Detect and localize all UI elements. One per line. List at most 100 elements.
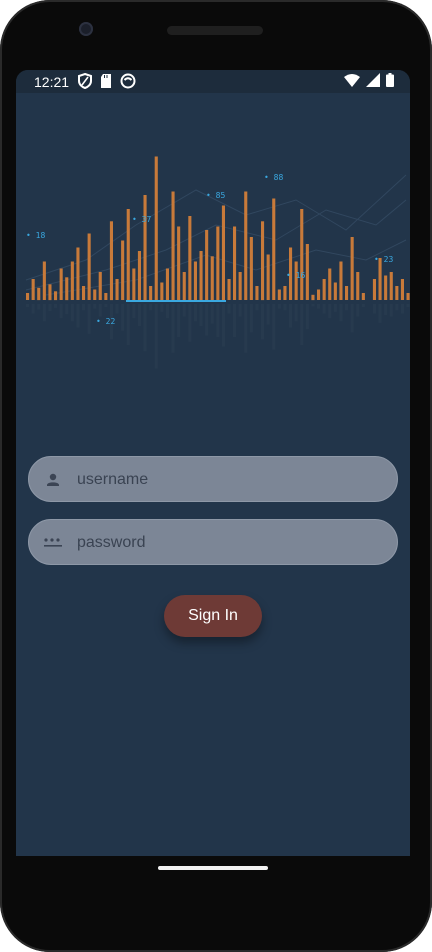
- chart-bar: [126, 209, 130, 300]
- chart-bar-reflection: [210, 304, 214, 324]
- home-indicator[interactable]: [158, 866, 268, 870]
- battery-icon: [386, 73, 394, 87]
- chart-bar-reflection: [255, 304, 259, 311]
- chart-value-label: • 18: [26, 231, 45, 240]
- chart-bar: [177, 226, 181, 300]
- chart-bar: [227, 279, 231, 300]
- chart-bar: [199, 251, 203, 300]
- chart-bar-reflection: [261, 304, 265, 340]
- chart-bar: [317, 289, 321, 300]
- chart-bar-reflection: [48, 304, 52, 312]
- chart-bar: [205, 230, 209, 300]
- chart-bar-reflection: [361, 304, 365, 308]
- chart-bar: [154, 156, 158, 300]
- status-bar: 12:21: [16, 70, 410, 93]
- chart-bar: [333, 282, 337, 300]
- chart-bar-reflection: [350, 304, 354, 333]
- chart-bar-reflection: [42, 304, 46, 322]
- chart-bar-reflection: [149, 304, 153, 311]
- chart-bar-reflection: [199, 304, 203, 327]
- chart-bar: [193, 261, 197, 300]
- chart-bar: [305, 244, 309, 300]
- chart-bar-reflection: [70, 304, 74, 322]
- chart-bar-reflection: [238, 304, 242, 317]
- chart-bar: [31, 279, 35, 300]
- chart-bar-reflection: [322, 304, 326, 314]
- chart-bar-reflection: [272, 304, 276, 350]
- front-camera: [79, 22, 93, 36]
- chart-bar: [76, 247, 80, 300]
- chart-bar-reflection: [65, 304, 69, 315]
- chart-bar-reflection: [227, 304, 231, 314]
- chart-bar-reflection: [177, 304, 181, 338]
- chart-bar: [149, 286, 153, 300]
- chart-bar: [42, 261, 46, 300]
- chart-bar-reflection: [82, 304, 86, 311]
- chart-bar: [339, 261, 343, 300]
- shield-icon: [78, 73, 92, 89]
- chart-bar-reflection: [289, 304, 293, 328]
- chart-bar: [87, 233, 91, 300]
- chart-bar: [283, 286, 287, 300]
- chart-bar: [361, 293, 365, 300]
- chart-bar-reflection: [311, 304, 315, 307]
- chart-bar: [48, 284, 52, 301]
- chart-bar: [26, 293, 30, 300]
- chart-bar: [261, 221, 265, 301]
- chart-bar: [389, 272, 393, 300]
- chart-value-label: • 37: [132, 215, 151, 224]
- chart-bar-reflection: [389, 304, 393, 317]
- chart-bar-reflection: [188, 304, 192, 342]
- app-screen: 12:21 • 18 • 37 • 85 • 88 • 22 • 16 • 23…: [16, 70, 410, 856]
- username-field[interactable]: [28, 456, 398, 503]
- password-input[interactable]: [75, 520, 379, 566]
- chart-bar-reflection: [154, 304, 158, 369]
- chart-bar: [350, 237, 354, 300]
- chart-bar-reflection: [137, 304, 141, 327]
- chart-bar-reflection: [339, 304, 343, 322]
- chart-bar-reflection: [283, 304, 287, 311]
- chart-bar: [233, 226, 237, 300]
- chart-bar: [54, 291, 58, 301]
- chart-bar: [345, 286, 349, 300]
- chart-bar: [384, 275, 388, 300]
- chart-value-label: • 88: [264, 173, 283, 182]
- sign-in-button[interactable]: Sign In: [164, 595, 262, 637]
- chart-bar-reflection: [171, 304, 175, 353]
- chart-bar-reflection: [233, 304, 237, 338]
- wifi-icon: [344, 73, 360, 87]
- chart-bar-reflection: [372, 304, 376, 314]
- chart-bar: [406, 293, 410, 300]
- sd-card-icon: [101, 74, 111, 88]
- app-notification-icon: [120, 73, 136, 89]
- password-field[interactable]: [28, 519, 398, 566]
- chart-bar-reflection: [294, 304, 298, 322]
- chart-bar: [82, 286, 86, 300]
- chart-bar-reflection: [406, 304, 410, 308]
- chart-bar-reflection: [182, 304, 186, 317]
- username-input[interactable]: [75, 457, 379, 503]
- chart-bar-reflection: [165, 304, 169, 319]
- chart-bar: [372, 279, 376, 300]
- chart-bar: [109, 221, 113, 301]
- chart-bar-reflection: [193, 304, 197, 322]
- chart-bar: [294, 261, 298, 300]
- person-icon: [47, 473, 59, 486]
- chart-bar: [322, 279, 326, 300]
- chart-bar: [395, 286, 399, 300]
- chart-bar: [70, 261, 74, 300]
- chart-bar-reflection: [104, 304, 108, 308]
- chart-bar-reflection: [121, 304, 125, 331]
- chart-bar-reflection: [76, 304, 80, 328]
- chart-bar: [378, 258, 382, 300]
- chart-bar-reflection: [249, 304, 253, 333]
- chart-bar-reflection: [395, 304, 399, 311]
- chart-bar: [182, 272, 186, 300]
- chart-bar: [165, 268, 169, 300]
- cell-signal-icon: [366, 73, 380, 87]
- chart-bar-reflection: [384, 304, 388, 315]
- chart-bar-reflection: [216, 304, 220, 338]
- chart-bar: [132, 268, 136, 300]
- chart-bar-reflection: [98, 304, 102, 317]
- chart-bar: [93, 289, 97, 300]
